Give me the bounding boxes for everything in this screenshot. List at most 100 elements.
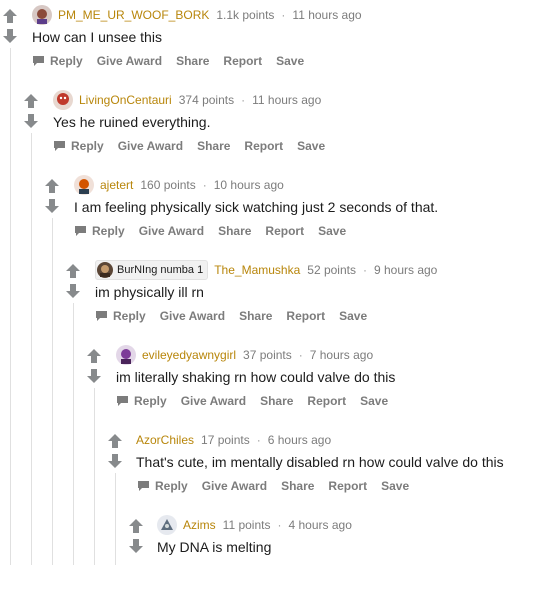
username[interactable]: AzorChiles [136,433,194,447]
separator-dot: · [277,518,282,532]
reply-button[interactable]: Reply [74,224,125,238]
flair-text: BurNIng numba 1 [117,264,204,276]
timestamp[interactable]: 6 hours ago [268,433,331,447]
give-award-button[interactable]: Give Award [160,309,225,323]
save-button[interactable]: Save [360,394,388,408]
separator-dot: · [281,8,286,22]
share-button[interactable]: Share [176,54,209,68]
downvote-arrow-icon[interactable] [2,29,20,45]
save-button[interactable]: Save [339,309,367,323]
thread-line[interactable] [52,218,53,565]
comment-body: My DNA is melting [157,539,272,555]
downvote-arrow-icon[interactable] [23,114,41,130]
save-button[interactable]: Save [276,54,304,68]
points: 11 points [222,518,271,532]
avatar-snoo-icon[interactable] [116,345,136,365]
thread-line[interactable] [10,48,11,565]
points: 374 points [178,93,235,107]
upvote-arrow-icon[interactable] [86,349,104,365]
thread-line[interactable] [94,388,95,565]
upvote-arrow-icon[interactable] [107,434,125,450]
timestamp[interactable]: 7 hours ago [310,348,373,362]
give-award-button[interactable]: Give Award [202,479,267,493]
username[interactable]: The_Mamushka [214,263,300,277]
share-button[interactable]: Share [239,309,272,323]
report-button[interactable]: Report [265,224,304,238]
points: 17 points [201,433,250,447]
report-button[interactable]: Report [223,54,262,68]
save-button[interactable]: Save [318,224,346,238]
share-button[interactable]: Share [281,479,314,493]
save-button[interactable]: Save [297,139,325,153]
timestamp[interactable]: 9 hours ago [374,263,437,277]
separator-dot: · [362,263,367,277]
reply-icon [117,396,128,406]
upvote-arrow-icon[interactable] [128,519,146,535]
give-award-button[interactable]: Give Award [97,54,162,68]
avatar-snoo-icon[interactable] [53,90,73,110]
report-button[interactable]: Report [307,394,346,408]
username[interactable]: PM_ME_UR_WOOF_BORK [58,8,209,22]
report-button[interactable]: Report [286,309,325,323]
upvote-arrow-icon[interactable] [65,264,83,280]
give-award-button[interactable]: Give Award [181,394,246,408]
comment-meta: LivingOnCentauri 374 points · 11 hours a… [53,90,321,110]
username[interactable]: ajetert [100,178,133,192]
comment-body: im physically ill rn [95,284,204,300]
report-button[interactable]: Report [244,139,283,153]
comment-actions: Reply Give Award Share Report Save [74,223,360,239]
thread-line[interactable] [115,473,116,565]
username[interactable]: LivingOnCentauri [79,93,172,107]
timestamp[interactable]: 4 hours ago [288,518,351,532]
thread-line[interactable] [73,303,74,565]
comment-meta: AzorChiles 17 points · 6 hours ago [136,430,331,450]
comment-actions: Reply Give Award Share Report Save [53,138,339,154]
comment-body: That's cute, im mentally disabled rn how… [136,454,504,470]
reply-button[interactable]: Reply [116,394,167,408]
downvote-arrow-icon[interactable] [65,284,83,300]
comment-body: I am feeling physically sick watching ju… [74,199,439,215]
upvote-arrow-icon[interactable] [44,179,62,195]
comment-meta: evileyedyawnygirl 37 points · 7 hours ag… [116,345,373,365]
comment-body: im literally shaking rn how could valve … [116,369,396,385]
comment-body: How can I unsee this [32,29,162,45]
timestamp[interactable]: 11 hours ago [252,93,321,107]
reply-button[interactable]: Reply [53,139,104,153]
avatar-snoo-icon[interactable] [74,175,94,195]
report-button[interactable]: Report [328,479,367,493]
upvote-arrow-icon[interactable] [2,9,20,25]
save-button[interactable]: Save [381,479,409,493]
username[interactable]: evileyedyawnygirl [142,348,236,362]
share-button[interactable]: Share [260,394,293,408]
points: 160 points [140,178,196,192]
reply-button[interactable]: Reply [95,309,146,323]
share-button[interactable]: Share [197,139,230,153]
comment-body: Yes he ruined everything. [53,114,211,130]
timestamp[interactable]: 10 hours ago [214,178,284,192]
reply-icon [33,56,44,66]
reply-button[interactable]: Reply [32,54,83,68]
user-flair: BurNIng numba 1 [95,260,209,280]
reply-button[interactable]: Reply [137,479,188,493]
downvote-arrow-icon[interactable] [86,369,104,385]
avatar-snoo-icon[interactable] [32,5,52,25]
give-award-button[interactable]: Give Award [118,139,183,153]
separator-dot: · [202,178,207,192]
username[interactable]: Azims [183,518,216,532]
reply-icon [75,226,86,236]
share-button[interactable]: Share [218,224,251,238]
avatar-snoo-icon[interactable] [157,515,177,535]
comment-meta: PM_ME_UR_WOOF_BORK 1.1k points · 11 hour… [32,5,362,25]
timestamp[interactable]: 11 hours ago [292,8,361,22]
downvote-arrow-icon[interactable] [44,199,62,215]
points: 52 points [307,263,356,277]
comment-meta: BurNIng numba 1 The_Mamushka 52 points ·… [95,260,437,280]
downvote-arrow-icon[interactable] [107,454,125,470]
points: 1.1k points [216,8,275,22]
reply-icon [138,481,149,491]
upvote-arrow-icon[interactable] [23,94,41,110]
downvote-arrow-icon[interactable] [128,539,146,555]
give-award-button[interactable]: Give Award [139,224,204,238]
thread-line[interactable] [31,133,32,565]
separator-dot: · [298,348,303,362]
